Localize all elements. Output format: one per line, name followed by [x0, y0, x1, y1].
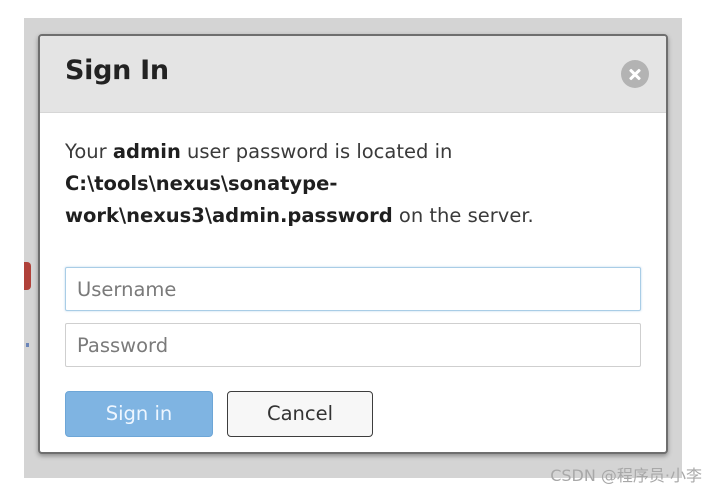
- background-fragment-dot: [26, 343, 29, 347]
- sign-in-button[interactable]: Sign in: [65, 391, 213, 437]
- message-path-bold: work\nexus3\admin.password: [65, 204, 393, 227]
- dialog-header: Sign In: [40, 36, 666, 113]
- message-user-bold: admin: [112, 140, 181, 163]
- username-input[interactable]: [65, 267, 641, 311]
- watermark: CSDN @程序员·小李: [550, 466, 702, 485]
- message-path-bold: C:\tools\nexus\sonatype-: [65, 172, 338, 195]
- background-fragment: [24, 262, 31, 290]
- dialog-title: Sign In: [65, 55, 169, 86]
- sign-in-dialog: Sign In Your admin user password is loca…: [38, 34, 668, 454]
- password-input[interactable]: [65, 323, 641, 367]
- message-text: Your: [65, 140, 113, 163]
- message-text: on the server.: [392, 204, 534, 227]
- cancel-button[interactable]: Cancel: [227, 391, 373, 437]
- message-text: user password is located in: [180, 140, 453, 163]
- password-location-message: Your admin user password is located in C…: [65, 136, 655, 232]
- close-icon[interactable]: [621, 60, 649, 88]
